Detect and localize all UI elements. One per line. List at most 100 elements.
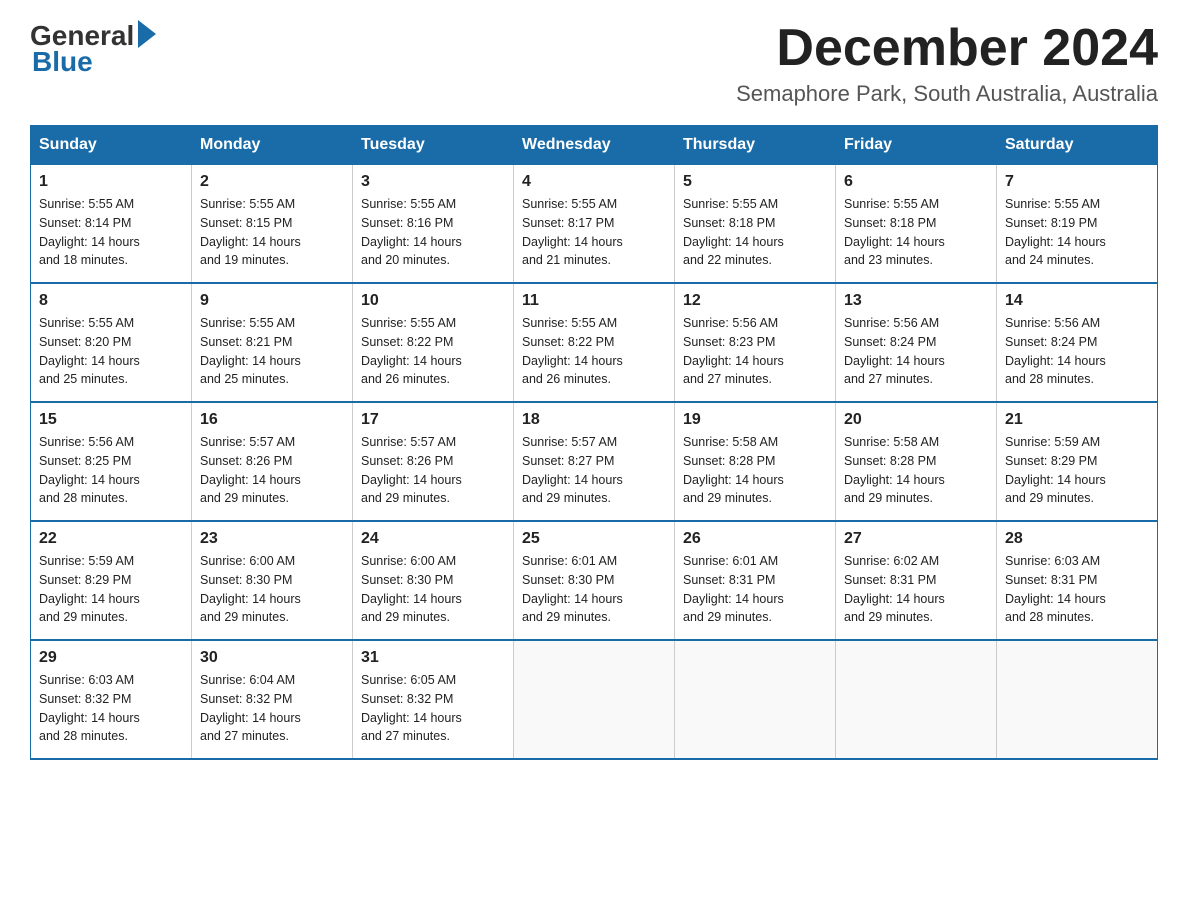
day-info: Sunrise: 6:00 AM Sunset: 8:30 PM Dayligh… (361, 552, 505, 627)
day-info: Sunrise: 6:01 AM Sunset: 8:31 PM Dayligh… (683, 552, 827, 627)
table-row: 24 Sunrise: 6:00 AM Sunset: 8:30 PM Dayl… (353, 521, 514, 640)
col-tuesday: Tuesday (353, 126, 514, 165)
table-row: 31 Sunrise: 6:05 AM Sunset: 8:32 PM Dayl… (353, 640, 514, 759)
logo-blue-text: Blue (30, 46, 93, 78)
day-info: Sunrise: 6:00 AM Sunset: 8:30 PM Dayligh… (200, 552, 344, 627)
day-info: Sunrise: 5:57 AM Sunset: 8:27 PM Dayligh… (522, 433, 666, 508)
table-row: 10 Sunrise: 5:55 AM Sunset: 8:22 PM Dayl… (353, 283, 514, 402)
calendar-week-row: 15 Sunrise: 5:56 AM Sunset: 8:25 PM Dayl… (31, 402, 1158, 521)
day-info: Sunrise: 5:55 AM Sunset: 8:19 PM Dayligh… (1005, 195, 1149, 270)
table-row: 23 Sunrise: 6:00 AM Sunset: 8:30 PM Dayl… (192, 521, 353, 640)
day-number: 9 (200, 292, 344, 310)
table-row (836, 640, 997, 759)
col-saturday: Saturday (997, 126, 1158, 165)
day-info: Sunrise: 5:56 AM Sunset: 8:25 PM Dayligh… (39, 433, 183, 508)
day-number: 19 (683, 411, 827, 429)
day-number: 25 (522, 530, 666, 548)
day-number: 14 (1005, 292, 1149, 310)
day-info: Sunrise: 6:03 AM Sunset: 8:31 PM Dayligh… (1005, 552, 1149, 627)
table-row: 12 Sunrise: 5:56 AM Sunset: 8:23 PM Dayl… (675, 283, 836, 402)
day-info: Sunrise: 5:55 AM Sunset: 8:20 PM Dayligh… (39, 314, 183, 389)
table-row: 1 Sunrise: 5:55 AM Sunset: 8:14 PM Dayli… (31, 165, 192, 284)
day-info: Sunrise: 5:55 AM Sunset: 8:18 PM Dayligh… (844, 195, 988, 270)
table-row: 27 Sunrise: 6:02 AM Sunset: 8:31 PM Dayl… (836, 521, 997, 640)
day-number: 2 (200, 173, 344, 191)
day-number: 1 (39, 173, 183, 191)
title-block: December 2024 Semaphore Park, South Aust… (736, 20, 1158, 107)
table-row: 11 Sunrise: 5:55 AM Sunset: 8:22 PM Dayl… (514, 283, 675, 402)
col-monday: Monday (192, 126, 353, 165)
calendar-header-row: Sunday Monday Tuesday Wednesday Thursday… (31, 126, 1158, 165)
day-info: Sunrise: 5:59 AM Sunset: 8:29 PM Dayligh… (1005, 433, 1149, 508)
table-row: 14 Sunrise: 5:56 AM Sunset: 8:24 PM Dayl… (997, 283, 1158, 402)
day-info: Sunrise: 5:59 AM Sunset: 8:29 PM Dayligh… (39, 552, 183, 627)
col-friday: Friday (836, 126, 997, 165)
day-info: Sunrise: 5:56 AM Sunset: 8:24 PM Dayligh… (1005, 314, 1149, 389)
table-row: 8 Sunrise: 5:55 AM Sunset: 8:20 PM Dayli… (31, 283, 192, 402)
day-info: Sunrise: 5:55 AM Sunset: 8:15 PM Dayligh… (200, 195, 344, 270)
day-info: Sunrise: 5:56 AM Sunset: 8:24 PM Dayligh… (844, 314, 988, 389)
table-row: 25 Sunrise: 6:01 AM Sunset: 8:30 PM Dayl… (514, 521, 675, 640)
day-info: Sunrise: 5:57 AM Sunset: 8:26 PM Dayligh… (200, 433, 344, 508)
table-row: 29 Sunrise: 6:03 AM Sunset: 8:32 PM Dayl… (31, 640, 192, 759)
day-info: Sunrise: 5:56 AM Sunset: 8:23 PM Dayligh… (683, 314, 827, 389)
day-number: 20 (844, 411, 988, 429)
page-header: General Blue December 2024 Semaphore Par… (30, 20, 1158, 107)
day-number: 18 (522, 411, 666, 429)
day-info: Sunrise: 6:05 AM Sunset: 8:32 PM Dayligh… (361, 671, 505, 746)
table-row: 13 Sunrise: 5:56 AM Sunset: 8:24 PM Dayl… (836, 283, 997, 402)
day-info: Sunrise: 6:03 AM Sunset: 8:32 PM Dayligh… (39, 671, 183, 746)
day-number: 10 (361, 292, 505, 310)
day-info: Sunrise: 5:58 AM Sunset: 8:28 PM Dayligh… (844, 433, 988, 508)
table-row: 17 Sunrise: 5:57 AM Sunset: 8:26 PM Dayl… (353, 402, 514, 521)
table-row (514, 640, 675, 759)
day-number: 12 (683, 292, 827, 310)
logo: General Blue (30, 20, 156, 78)
day-number: 29 (39, 649, 183, 667)
day-number: 4 (522, 173, 666, 191)
table-row: 5 Sunrise: 5:55 AM Sunset: 8:18 PM Dayli… (675, 165, 836, 284)
day-number: 17 (361, 411, 505, 429)
calendar-week-row: 1 Sunrise: 5:55 AM Sunset: 8:14 PM Dayli… (31, 165, 1158, 284)
day-number: 7 (1005, 173, 1149, 191)
day-number: 24 (361, 530, 505, 548)
day-number: 16 (200, 411, 344, 429)
day-number: 23 (200, 530, 344, 548)
table-row: 16 Sunrise: 5:57 AM Sunset: 8:26 PM Dayl… (192, 402, 353, 521)
day-info: Sunrise: 5:55 AM Sunset: 8:22 PM Dayligh… (522, 314, 666, 389)
table-row: 4 Sunrise: 5:55 AM Sunset: 8:17 PM Dayli… (514, 165, 675, 284)
day-info: Sunrise: 5:55 AM Sunset: 8:21 PM Dayligh… (200, 314, 344, 389)
day-info: Sunrise: 5:55 AM Sunset: 8:22 PM Dayligh… (361, 314, 505, 389)
col-wednesday: Wednesday (514, 126, 675, 165)
day-number: 22 (39, 530, 183, 548)
day-number: 27 (844, 530, 988, 548)
day-number: 3 (361, 173, 505, 191)
day-info: Sunrise: 5:57 AM Sunset: 8:26 PM Dayligh… (361, 433, 505, 508)
day-number: 21 (1005, 411, 1149, 429)
table-row: 6 Sunrise: 5:55 AM Sunset: 8:18 PM Dayli… (836, 165, 997, 284)
day-info: Sunrise: 5:55 AM Sunset: 8:18 PM Dayligh… (683, 195, 827, 270)
table-row: 15 Sunrise: 5:56 AM Sunset: 8:25 PM Dayl… (31, 402, 192, 521)
table-row: 28 Sunrise: 6:03 AM Sunset: 8:31 PM Dayl… (997, 521, 1158, 640)
day-info: Sunrise: 5:55 AM Sunset: 8:17 PM Dayligh… (522, 195, 666, 270)
table-row (675, 640, 836, 759)
day-info: Sunrise: 5:55 AM Sunset: 8:16 PM Dayligh… (361, 195, 505, 270)
day-number: 13 (844, 292, 988, 310)
day-number: 28 (1005, 530, 1149, 548)
table-row: 30 Sunrise: 6:04 AM Sunset: 8:32 PM Dayl… (192, 640, 353, 759)
table-row (997, 640, 1158, 759)
table-row: 7 Sunrise: 5:55 AM Sunset: 8:19 PM Dayli… (997, 165, 1158, 284)
col-sunday: Sunday (31, 126, 192, 165)
calendar-week-row: 8 Sunrise: 5:55 AM Sunset: 8:20 PM Dayli… (31, 283, 1158, 402)
main-title: December 2024 (736, 20, 1158, 77)
day-info: Sunrise: 6:04 AM Sunset: 8:32 PM Dayligh… (200, 671, 344, 746)
col-thursday: Thursday (675, 126, 836, 165)
calendar-week-row: 22 Sunrise: 5:59 AM Sunset: 8:29 PM Dayl… (31, 521, 1158, 640)
table-row: 19 Sunrise: 5:58 AM Sunset: 8:28 PM Dayl… (675, 402, 836, 521)
day-info: Sunrise: 5:58 AM Sunset: 8:28 PM Dayligh… (683, 433, 827, 508)
subtitle: Semaphore Park, South Australia, Austral… (736, 81, 1158, 107)
calendar-table: Sunday Monday Tuesday Wednesday Thursday… (30, 125, 1158, 760)
calendar-week-row: 29 Sunrise: 6:03 AM Sunset: 8:32 PM Dayl… (31, 640, 1158, 759)
table-row: 26 Sunrise: 6:01 AM Sunset: 8:31 PM Dayl… (675, 521, 836, 640)
day-number: 11 (522, 292, 666, 310)
